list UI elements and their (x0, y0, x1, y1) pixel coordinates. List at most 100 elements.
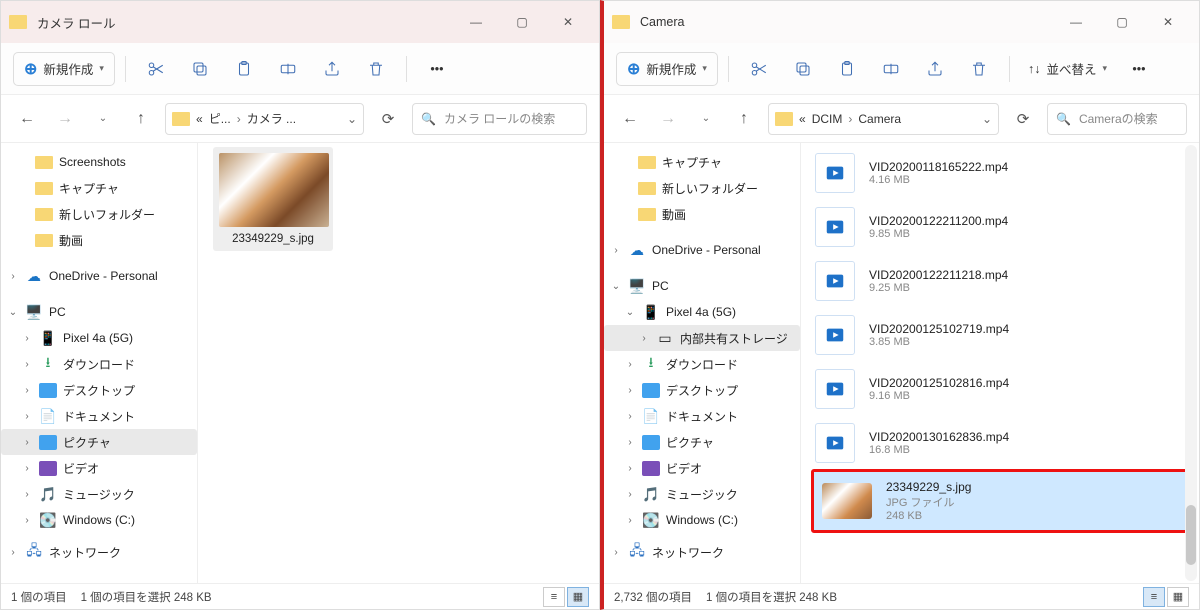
rename-button[interactable] (871, 52, 911, 86)
nav-pixel[interactable]: ⌄📱Pixel 4a (5G) (604, 299, 800, 325)
file-row[interactable]: VID20200122211218.mp49.25 MB (811, 255, 1183, 307)
nav-onedrive[interactable]: ›☁OneDrive - Personal (604, 237, 800, 263)
delete-button[interactable] (959, 52, 999, 86)
rename-button[interactable] (268, 52, 308, 86)
back-button[interactable]: ← (13, 110, 41, 128)
nav-pane[interactable]: キャプチャ 新しいフォルダー 動画 ›☁OneDrive - Personal … (604, 143, 801, 583)
nav-item[interactable]: ›デスクトップ (1, 377, 197, 403)
file-row[interactable]: VID20200122211200.mp49.85 MB (811, 201, 1183, 253)
recent-button[interactable]: ⌄ (692, 113, 720, 124)
sort-button[interactable]: ↑↓並べ替え▾ (1020, 52, 1115, 86)
search-input[interactable]: 🔍 Cameraの検索 (1047, 103, 1187, 135)
chevron-down-icon[interactable]: ⌄ (347, 112, 357, 126)
nav-onedrive[interactable]: ›☁OneDrive - Personal (1, 263, 197, 289)
nav-item-pictures[interactable]: ›ピクチャ (1, 429, 197, 455)
new-button[interactable]: ⊕新規作成▾ (13, 52, 115, 86)
address-bar[interactable]: « ピ...› カメラ ... ⌄ (165, 103, 364, 135)
content-pane[interactable]: VID20200118165222.mp44.16 MBVID202001222… (801, 143, 1199, 583)
maximize-button[interactable]: ▢ (1099, 6, 1145, 38)
nav-network[interactable]: ›🖧ネットワーク (604, 539, 800, 565)
chevron-down-icon[interactable]: ⌄ (982, 112, 992, 126)
nav-item[interactable]: ›⭳ダウンロード (1, 351, 197, 377)
nav-item[interactable]: ›ビデオ (604, 455, 800, 481)
refresh-button[interactable]: ⟳ (1009, 110, 1037, 128)
nav-network[interactable]: ›🖧ネットワーク (1, 539, 197, 565)
share-button[interactable] (915, 52, 955, 86)
thumbnail-label: 23349229_s.jpg (219, 233, 327, 245)
view-thumbnails-button[interactable]: ▦ (567, 587, 589, 607)
breadcrumb-segment[interactable]: ピ... (209, 110, 231, 127)
nav-item[interactable]: ›ピクチャ (604, 429, 800, 455)
nav-item[interactable]: ›ビデオ (1, 455, 197, 481)
cut-button[interactable] (136, 52, 176, 86)
nav-item[interactable]: ›デスクトップ (604, 377, 800, 403)
cut-button[interactable] (739, 52, 779, 86)
file-name: VID20200118165222.mp4 (869, 160, 1008, 174)
forward-button[interactable]: → (51, 110, 79, 128)
file-row[interactable]: VID20200125102816.mp49.16 MB (811, 363, 1183, 415)
new-button[interactable]: ⊕新規作成▾ (616, 52, 718, 86)
nav-item[interactable]: キャプチャ (604, 149, 800, 175)
titlebar[interactable]: カメラ ロール — ▢ ✕ (1, 1, 599, 43)
nav-storage[interactable]: ›▭内部共有ストレージ (604, 325, 800, 351)
paste-button[interactable] (224, 52, 264, 86)
copy-button[interactable] (783, 52, 823, 86)
breadcrumb-segment[interactable]: カメラ ... (247, 110, 296, 127)
file-row-selected[interactable]: 23349229_s.jpg JPG ファイル 248 KB (811, 469, 1197, 533)
up-button[interactable]: ↑ (127, 110, 155, 128)
search-input[interactable]: 🔍 カメラ ロールの検索 (412, 103, 587, 135)
nav-item[interactable]: ›💽Windows (C:) (604, 507, 800, 533)
recent-button[interactable]: ⌄ (89, 113, 117, 124)
nav-item[interactable]: 動画 (1, 227, 197, 253)
content-pane[interactable]: 23349229_s.jpg (198, 143, 599, 583)
nav-item[interactable]: ›⭳ダウンロード (604, 351, 800, 377)
more-button[interactable]: ••• (1119, 52, 1159, 86)
scrollbar[interactable] (1185, 145, 1197, 581)
nav-item[interactable]: ›📱Pixel 4a (5G) (1, 325, 197, 351)
close-button[interactable]: ✕ (545, 6, 591, 38)
copy-button[interactable] (180, 52, 220, 86)
forward-button[interactable]: → (654, 110, 682, 128)
nav-item[interactable]: ›🎵ミュージック (604, 481, 800, 507)
nav-item[interactable]: ›📄ドキュメント (1, 403, 197, 429)
file-row[interactable]: VID20200130162836.mp416.8 MB (811, 417, 1183, 469)
view-details-button[interactable]: ≡ (1143, 587, 1165, 607)
status-count: 2,732 個の項目 (614, 589, 692, 605)
breadcrumb-segment[interactable]: DCIM (812, 112, 843, 126)
scrollbar-thumb[interactable] (1186, 505, 1196, 565)
nav-item[interactable]: 新しいフォルダー (604, 175, 800, 201)
paste-button[interactable] (827, 52, 867, 86)
nav-item[interactable]: Screenshots (1, 149, 197, 175)
file-row[interactable]: VID20200118165222.mp44.16 MB (811, 147, 1183, 199)
nav-pc[interactable]: ⌄🖥️PC (1, 299, 197, 325)
nav-item[interactable]: ›💽Windows (C:) (1, 507, 197, 533)
file-row[interactable]: VID20200125102719.mp43.85 MB (811, 309, 1183, 361)
up-button[interactable]: ↑ (730, 110, 758, 128)
refresh-button[interactable]: ⟳ (374, 110, 402, 128)
folder-icon (9, 15, 27, 29)
view-details-button[interactable]: ≡ (543, 587, 565, 607)
file-thumbnail[interactable]: 23349229_s.jpg (213, 147, 333, 251)
minimize-button[interactable]: — (453, 6, 499, 38)
nav-item[interactable]: 動画 (604, 201, 800, 227)
titlebar[interactable]: Camera — ▢ ✕ (604, 1, 1199, 43)
nav-pane[interactable]: Screenshots キャプチャ 新しいフォルダー 動画 ›☁OneDrive… (1, 143, 198, 583)
close-button[interactable]: ✕ (1145, 6, 1191, 38)
nav-item[interactable]: キャプチャ (1, 175, 197, 201)
folder-icon (775, 112, 793, 126)
nav-item[interactable]: 新しいフォルダー (1, 201, 197, 227)
nav-item[interactable]: ›📄ドキュメント (604, 403, 800, 429)
more-button[interactable]: ••• (417, 52, 457, 86)
breadcrumb-segment[interactable]: Camera (858, 112, 901, 126)
delete-button[interactable] (356, 52, 396, 86)
maximize-button[interactable]: ▢ (499, 6, 545, 38)
back-button[interactable]: ← (616, 110, 644, 128)
nav-pc[interactable]: ⌄🖥️PC (604, 273, 800, 299)
view-thumbnails-button[interactable]: ▦ (1167, 587, 1189, 607)
address-bar[interactable]: « DCIM› Camera ⌄ (768, 103, 999, 135)
nav-item[interactable]: ›🎵ミュージック (1, 481, 197, 507)
minimize-button[interactable]: — (1053, 6, 1099, 38)
video-icon (815, 315, 855, 355)
share-icon (926, 60, 944, 78)
share-button[interactable] (312, 52, 352, 86)
